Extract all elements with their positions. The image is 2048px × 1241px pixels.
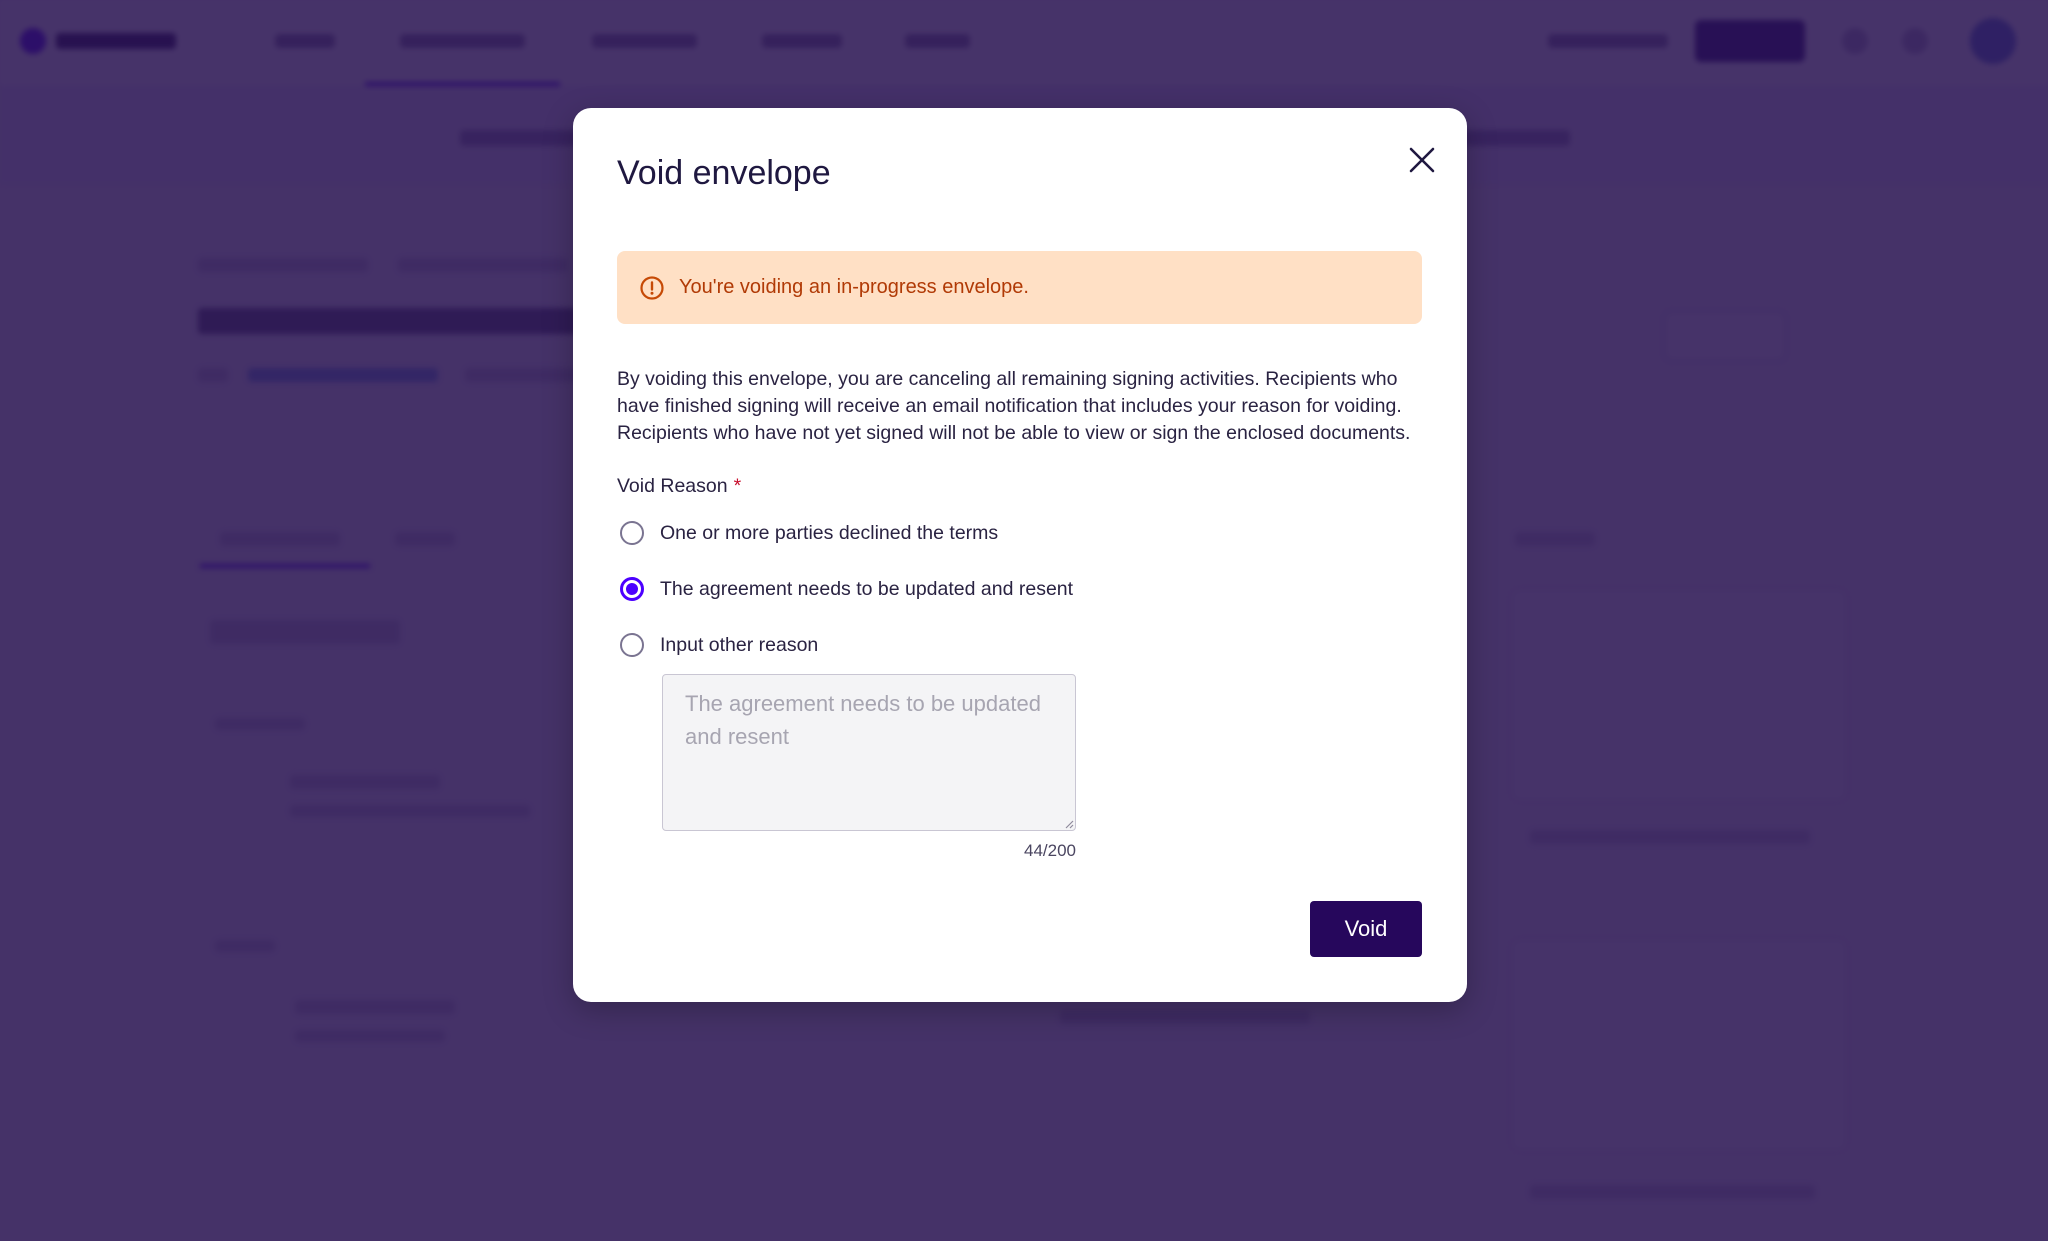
reason-option-label: Input other reason (660, 633, 819, 656)
warning-alert-text: You're voiding an in-progress envelope. (679, 276, 1029, 298)
character-counter: 44/200 (1024, 841, 1076, 860)
radio-button-checked[interactable] (620, 577, 644, 601)
reason-option-label: One or more parties declined the terms (660, 521, 999, 544)
reason-option-label: The agreement needs to be updated and re… (660, 577, 1074, 600)
radio-dot (626, 583, 638, 595)
void-envelope-dialog: Void envelope You're voiding an in-progr… (573, 108, 1467, 1002)
radio-button-unchecked[interactable] (620, 521, 644, 545)
dialog-title: Void envelope (617, 154, 831, 192)
void-button[interactable]: Void (1310, 901, 1422, 957)
reason-option-update-resend[interactable]: The agreement needs to be updated and re… (617, 572, 1073, 606)
other-reason-textarea[interactable] (662, 674, 1076, 831)
required-marker: * (733, 475, 742, 497)
close-icon (1409, 147, 1435, 173)
reason-option-declined[interactable]: One or more parties declined the terms (617, 516, 998, 550)
warning-alert: You're voiding an in-progress envelope. (617, 251, 1422, 324)
void-reason-label-text: Void Reason (617, 475, 728, 497)
void-reason-label: Void Reason * (617, 475, 741, 498)
close-button[interactable] (1398, 136, 1446, 184)
warning-circle-icon (639, 275, 665, 301)
radio-button-unchecked[interactable] (620, 633, 644, 657)
void-description: By voiding this envelope, you are cancel… (617, 368, 1411, 444)
reason-option-other[interactable]: Input other reason (617, 628, 818, 662)
resize-grip-icon[interactable] (1064, 819, 1074, 829)
